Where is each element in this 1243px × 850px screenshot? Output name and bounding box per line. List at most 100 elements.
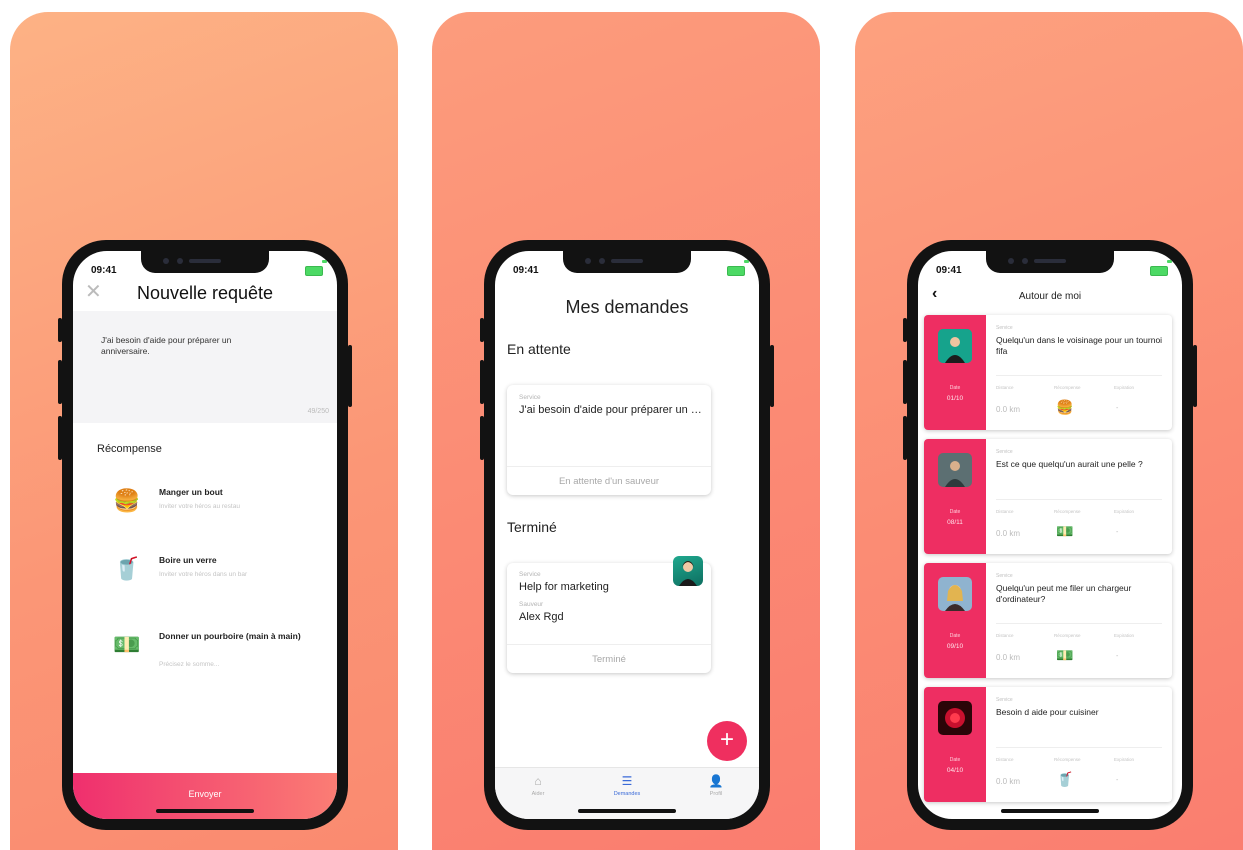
service-value: Besoin d aide pour cuisiner bbox=[996, 707, 1099, 717]
tab-label: Demandes bbox=[613, 791, 641, 797]
phone-screen: 09:41 ✕ Nouvelle requête J'ai besoin d'a… bbox=[73, 251, 337, 819]
date-value: 04/10 bbox=[946, 767, 964, 774]
requester-avatar bbox=[938, 329, 972, 363]
home-icon: ⌂ bbox=[534, 774, 542, 788]
pending-request-card[interactable]: Service J'ai besoin d'aide pour préparer… bbox=[507, 385, 711, 495]
nearby-request-card[interactable]: Date 09/10 Service Quelqu'un peut me fil… bbox=[924, 563, 1172, 678]
tab-requests[interactable]: ☰ Demandes bbox=[592, 774, 662, 797]
notch bbox=[563, 251, 691, 273]
service-value: Est ce que quelqu'un aurait une pelle ? bbox=[996, 459, 1143, 469]
reward-option-tip[interactable]: 💵 Donner un pourboire (main à main) Préc… bbox=[97, 629, 317, 669]
distance-label: Distance bbox=[996, 509, 1014, 514]
battery-icon bbox=[305, 266, 323, 276]
phone-button bbox=[903, 318, 907, 342]
battery-icon bbox=[744, 260, 749, 263]
phone-button bbox=[770, 345, 774, 407]
battery-icon bbox=[1150, 266, 1168, 276]
card-side: Date 09/10 bbox=[924, 563, 986, 678]
drink-icon: 🥤 bbox=[113, 556, 141, 581]
distance-label: Distance bbox=[996, 757, 1014, 762]
reward-label: Récompense bbox=[1054, 385, 1081, 390]
pending-section-title: En attente bbox=[507, 341, 571, 357]
expiration-value: - bbox=[1116, 405, 1119, 412]
distance-value: 0.0 km bbox=[996, 405, 1021, 414]
battery-icon bbox=[1167, 260, 1172, 263]
drink-icon: 🥤 bbox=[1056, 771, 1074, 787]
service-value: J'ai besoin d'aide pour préparer un anni… bbox=[519, 404, 705, 416]
burger-icon: 🍔 bbox=[1056, 399, 1074, 415]
expiration-label: Expiration bbox=[1114, 509, 1135, 514]
expiration-label: Expiration bbox=[1114, 385, 1135, 390]
home-indicator bbox=[578, 809, 676, 813]
date-label: Date bbox=[949, 509, 961, 515]
add-request-button[interactable]: + bbox=[707, 721, 747, 761]
phone-button bbox=[1193, 345, 1197, 407]
service-label: Service bbox=[996, 573, 1013, 579]
phone-frame: 09:41 Mes demandes En attente Service J'… bbox=[480, 240, 774, 830]
nearby-request-card[interactable]: Date 01/10 Service Quelqu'un dans le voi… bbox=[924, 315, 1172, 430]
status-time: 09:41 bbox=[936, 265, 962, 276]
expiration-value: - bbox=[1116, 653, 1119, 660]
tab-help[interactable]: ⌂ Aider bbox=[503, 774, 573, 797]
money-icon: 💵 bbox=[1056, 523, 1074, 539]
home-indicator bbox=[156, 809, 254, 813]
phone-button bbox=[480, 416, 484, 460]
nearby-request-card[interactable]: Date 04/10 Service Besoin d aide pour cu… bbox=[924, 687, 1172, 802]
card-side: Date 04/10 bbox=[924, 687, 986, 802]
phone-frame: 09:41 ✕ Nouvelle requête J'ai besoin d'a… bbox=[58, 240, 352, 830]
phone-screen: 09:41 ‹ Autour de moi Date 01/10 Service… bbox=[918, 251, 1182, 819]
expiration-label: Expiration bbox=[1114, 633, 1135, 638]
helper-label: Sauveur bbox=[519, 601, 544, 608]
pending-status: En attente d'un sauveur bbox=[558, 476, 660, 487]
phone-button bbox=[58, 360, 62, 404]
expiration-label: Expiration bbox=[1114, 757, 1135, 762]
phone-button bbox=[58, 318, 62, 342]
service-label: Service bbox=[996, 325, 1013, 331]
expiration-value: - bbox=[1116, 777, 1119, 784]
phone-button bbox=[903, 416, 907, 460]
distance-value: 0.0 km bbox=[996, 653, 1021, 662]
page-title: Mes demandes bbox=[565, 297, 689, 317]
reward-subtitle: Inviter votre héros au restau bbox=[159, 503, 240, 510]
service-label: Service bbox=[996, 449, 1013, 455]
date-label: Date bbox=[949, 633, 961, 639]
home-indicator bbox=[1001, 809, 1099, 813]
requester-avatar bbox=[938, 577, 972, 611]
phone-button bbox=[58, 416, 62, 460]
reward-name: Manger un bout bbox=[159, 487, 223, 497]
request-textarea[interactable]: J'ai besoin d'aide pour préparer un anni… bbox=[73, 311, 337, 423]
notch bbox=[986, 251, 1114, 273]
service-label: Service bbox=[519, 394, 541, 401]
page-title: Nouvelle requête bbox=[136, 283, 274, 303]
notch bbox=[141, 251, 269, 273]
phone-button bbox=[903, 360, 907, 404]
distance-value: 0.0 km bbox=[996, 777, 1021, 786]
distance-label: Distance bbox=[996, 385, 1014, 390]
reward-subtitle: Inviter votre héros dans un bar bbox=[159, 571, 248, 578]
card-side: Date 01/10 bbox=[924, 315, 986, 430]
requester-avatar bbox=[938, 453, 972, 487]
reward-name: Boire un verre bbox=[159, 555, 217, 565]
tab-label: Profil bbox=[709, 791, 723, 797]
money-icon: 💵 bbox=[1056, 647, 1074, 663]
battery-icon bbox=[727, 266, 745, 276]
reward-subtitle: Précisez le somme... bbox=[159, 661, 220, 668]
request-text: J'ai besoin d'aide pour préparer un anni… bbox=[101, 335, 232, 356]
reward-option-drink[interactable]: 🥤 Boire un verre Inviter votre héros dan… bbox=[97, 553, 317, 593]
reward-section-title: Récompense bbox=[97, 443, 162, 455]
helper-value: Alex Rgd bbox=[519, 611, 564, 623]
reward-option-food[interactable]: 🍔 Manger un bout Inviter votre héros au … bbox=[97, 485, 317, 525]
burger-icon: 🍔 bbox=[113, 488, 141, 513]
done-status: Terminé bbox=[592, 654, 626, 665]
money-icon: 💵 bbox=[113, 632, 141, 657]
date-label: Date bbox=[949, 757, 961, 763]
nearby-request-card[interactable]: Date 08/11 Service Est ce que quelqu'un … bbox=[924, 439, 1172, 554]
tab-profile[interactable]: 👤 Profil bbox=[681, 774, 751, 797]
char-counter: 49/250 bbox=[307, 408, 329, 415]
date-label: Date bbox=[949, 385, 961, 391]
done-section-title: Terminé bbox=[507, 519, 557, 535]
promo-panel-my-requests: 09:41 Mes demandes En attente Service J'… bbox=[432, 12, 820, 850]
phone-button bbox=[480, 318, 484, 342]
distance-value: 0.0 km bbox=[996, 529, 1021, 538]
phone-button bbox=[348, 345, 352, 407]
